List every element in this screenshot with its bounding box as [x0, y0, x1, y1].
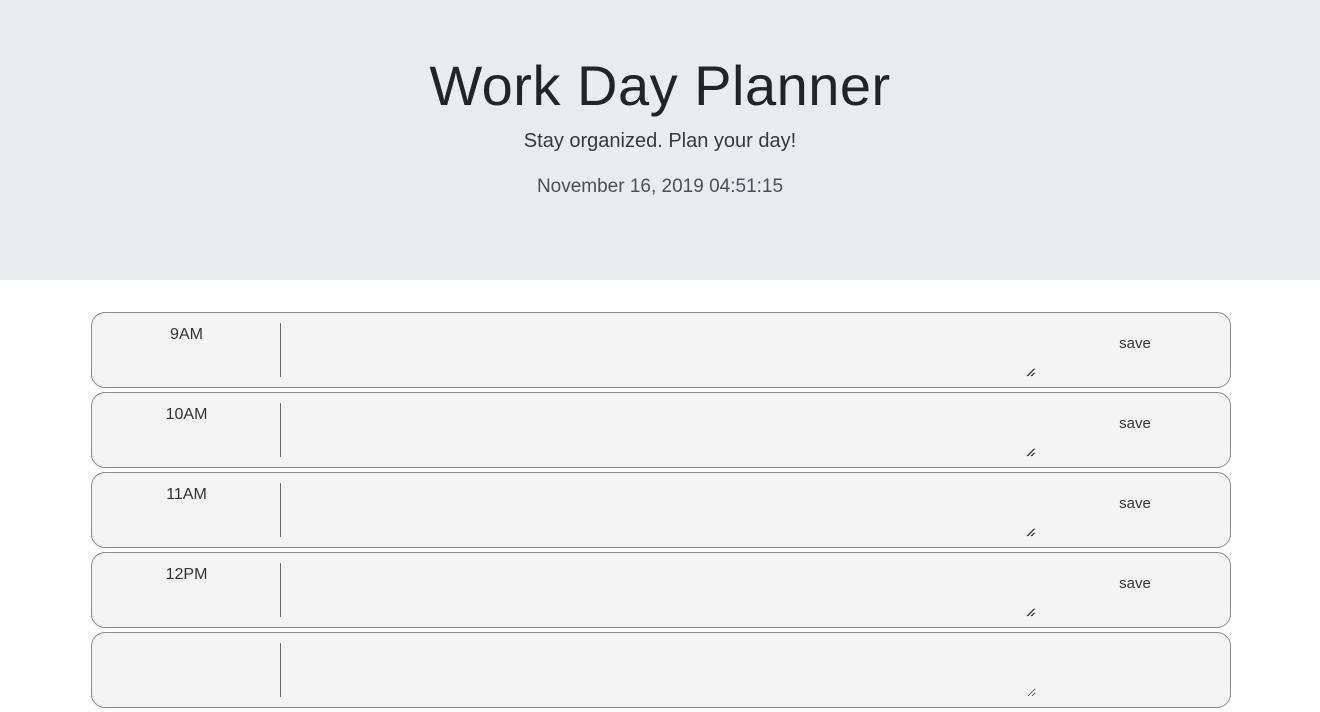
hour-label: 12PM	[165, 566, 208, 583]
current-datetime: November 16, 2019 04:51:15	[536, 176, 784, 197]
row-divider	[280, 643, 281, 697]
task-input[interactable]	[282, 403, 1036, 457]
task-input[interactable]	[282, 643, 1036, 697]
save-button[interactable]: save	[1092, 571, 1178, 595]
task-input[interactable]	[282, 323, 1036, 377]
hour-label: 9AM	[170, 326, 203, 343]
row-divider	[280, 563, 281, 617]
page-title: Work Day Planner	[429, 54, 891, 117]
time-block-row	[91, 632, 1231, 708]
header-jumbotron: Work Day Planner Stay organized. Plan yo…	[0, 0, 1320, 280]
time-block-row: 10AM save	[91, 392, 1231, 468]
row-divider	[280, 403, 281, 457]
task-input[interactable]	[282, 563, 1036, 617]
hour-label: 10AM	[165, 406, 208, 423]
page-subtitle: Stay organized. Plan your day!	[523, 130, 797, 152]
time-block-row: 9AM save	[91, 312, 1231, 388]
task-input[interactable]	[282, 483, 1036, 537]
planner-container: 9AM save 10AM save 11AM save 12PM save	[91, 312, 1231, 712]
hour-label: 11AM	[166, 486, 207, 503]
time-block-row: 12PM save	[91, 552, 1231, 628]
save-button[interactable]	[1092, 651, 1178, 675]
row-divider	[280, 323, 281, 377]
save-button[interactable]: save	[1092, 491, 1178, 515]
save-button[interactable]: save	[1092, 331, 1178, 355]
time-block-row: 11AM save	[91, 472, 1231, 548]
save-button[interactable]: save	[1092, 411, 1178, 435]
row-divider	[280, 483, 281, 537]
